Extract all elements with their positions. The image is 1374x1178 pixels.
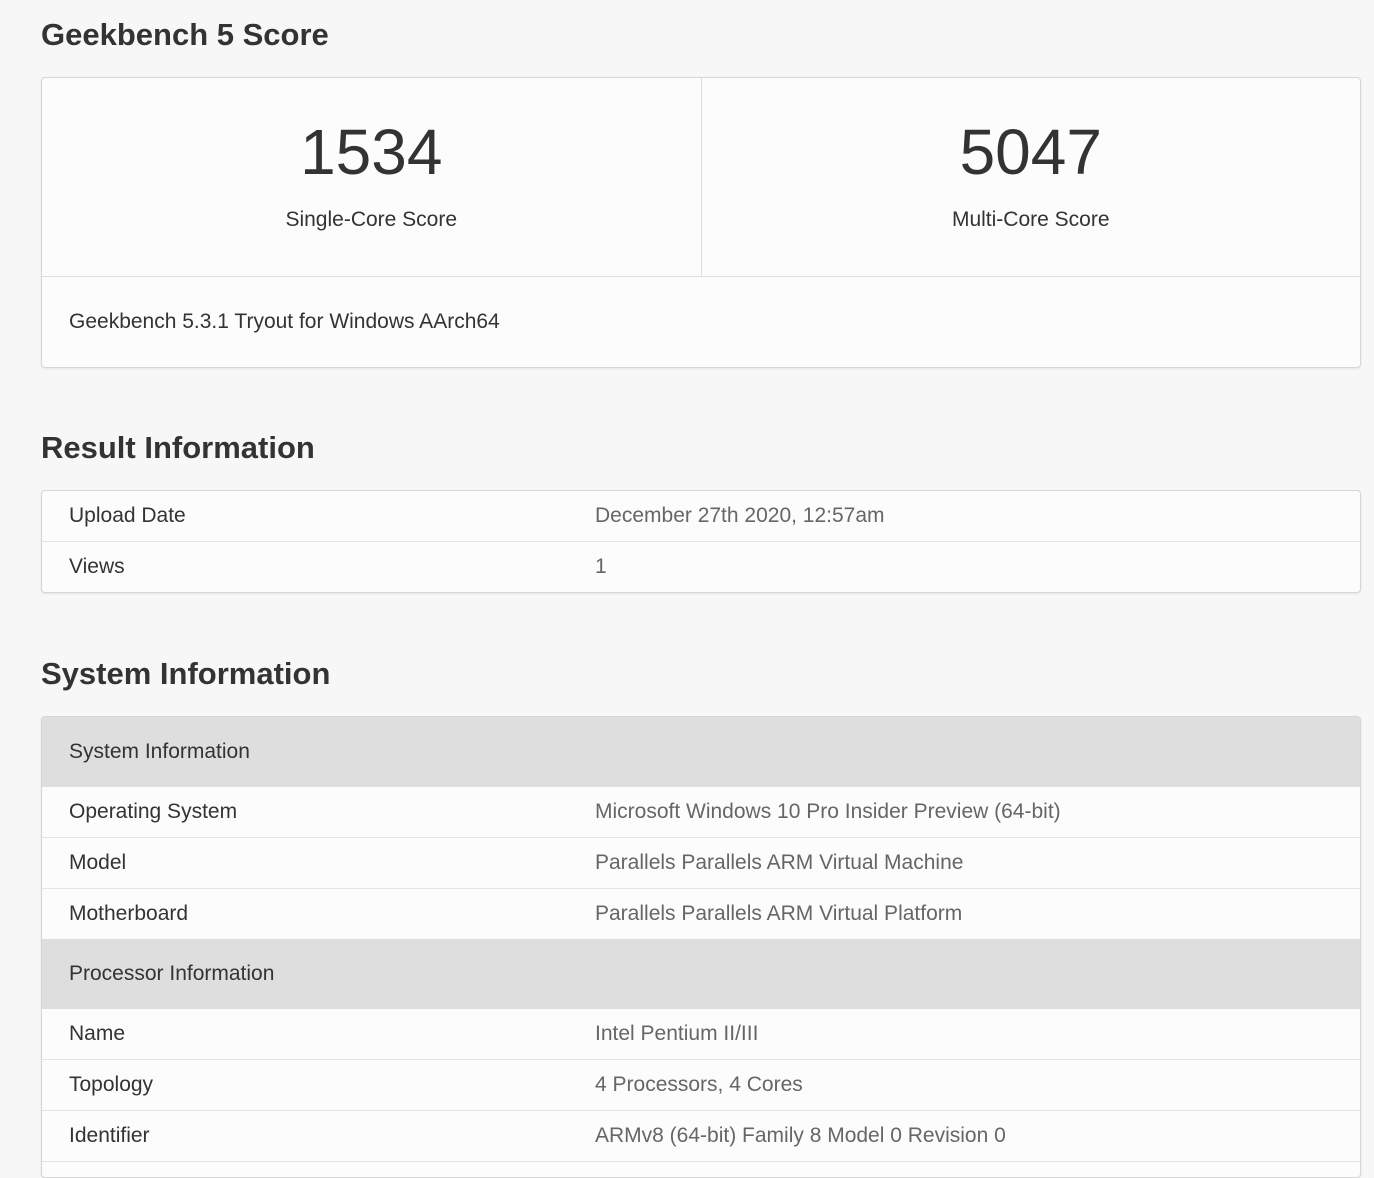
- row-value: Intel Pentium II/III: [595, 1022, 759, 1045]
- group-heading: System Information: [42, 717, 1360, 787]
- table-row: Topology 4 Processors, 4 Cores: [42, 1059, 1360, 1110]
- score-card: 1534 Single-Core Score 5047 Multi-Core S…: [41, 77, 1361, 368]
- row-value: December 27th 2020, 12:57am: [595, 504, 885, 527]
- row-value: ARMv8 (64-bit) Family 8 Model 0 Revision…: [595, 1124, 1006, 1147]
- row-key: Motherboard: [69, 902, 189, 925]
- system-table: System Information Operating System Micr…: [41, 716, 1361, 1178]
- table-row: Operating System Microsoft Windows 10 Pr…: [42, 787, 1360, 837]
- table-row: Views 1: [42, 541, 1360, 592]
- row-key: Identifier: [69, 1124, 150, 1147]
- row-key: Views: [69, 555, 125, 578]
- table-row: Motherboard Parallels Parallels ARM Virt…: [42, 888, 1360, 939]
- result-table: Upload Date December 27th 2020, 12:57am …: [41, 490, 1361, 593]
- single-core-score: 1534: [300, 116, 443, 188]
- table-row: [42, 1161, 1360, 1177]
- row-key: Model: [69, 851, 127, 874]
- version-text: Geekbench 5.3.1 Tryout for Windows AArch…: [69, 310, 500, 333]
- table-row: Upload Date December 27th 2020, 12:57am: [42, 491, 1360, 541]
- score-row: 1534 Single-Core Score 5047 Multi-Core S…: [42, 78, 1360, 277]
- system-section-title: System Information: [41, 656, 331, 691]
- row-value: 1: [595, 555, 607, 578]
- multi-core-label: Multi-Core Score: [951, 208, 1110, 231]
- result-section-title: Result Information: [41, 430, 315, 465]
- table-row: Name Intel Pentium II/III: [42, 1009, 1360, 1059]
- row-key: Upload Date: [69, 504, 186, 527]
- group-heading: Processor Information: [42, 939, 1360, 1009]
- single-core-cell: 1534 Single-Core Score: [42, 78, 701, 276]
- row-value: Parallels Parallels ARM Virtual Machine: [595, 851, 964, 874]
- row-value: Parallels Parallels ARM Virtual Platform: [595, 902, 963, 925]
- score-section-title: Geekbench 5 Score: [41, 17, 329, 52]
- row-value: Microsoft Windows 10 Pro Insider Preview…: [595, 800, 1061, 823]
- table-row: Model Parallels Parallels ARM Virtual Ma…: [42, 837, 1360, 888]
- multi-core-score: 5047: [959, 116, 1102, 188]
- row-key: Name: [69, 1022, 126, 1045]
- row-key: Operating System: [69, 800, 238, 823]
- row-key: Topology: [69, 1073, 154, 1096]
- table-row: Identifier ARMv8 (64-bit) Family 8 Model…: [42, 1110, 1360, 1161]
- row-value: 4 Processors, 4 Cores: [595, 1073, 803, 1096]
- single-core-label: Single-Core Score: [285, 208, 458, 231]
- multi-core-cell: 5047 Multi-Core Score: [700, 78, 1361, 276]
